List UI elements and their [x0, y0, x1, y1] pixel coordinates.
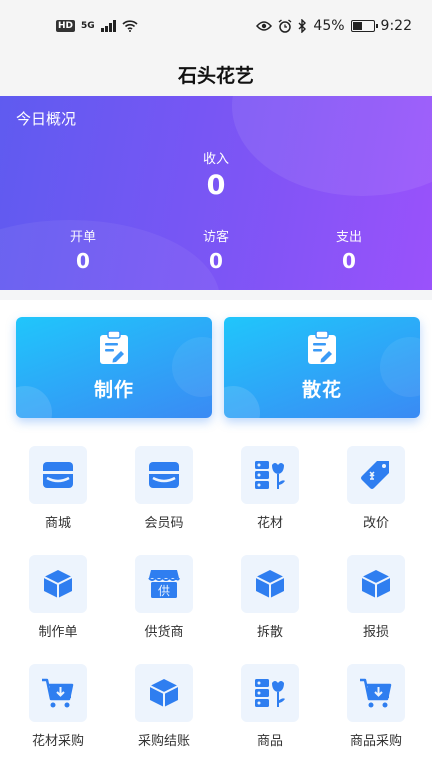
menu-tile	[29, 555, 87, 613]
flower-shelf-icon	[255, 461, 285, 489]
menu-label: 商城	[44, 516, 71, 531]
menu-label: 商品	[256, 734, 283, 749]
clipboard-icon	[308, 331, 336, 364]
menu-item-break-up[interactable]: 拆散	[216, 555, 324, 655]
menu-item-work-order[interactable]: 制作单	[4, 555, 112, 655]
menu-tile: 供	[135, 555, 193, 613]
menu-tile	[241, 555, 299, 613]
stat-visitors[interactable]: 访客 0	[156, 226, 276, 273]
menu-label: 制作单	[38, 625, 78, 640]
stat-value: 0	[76, 249, 90, 273]
menu-tile	[135, 446, 193, 504]
cart-icon	[42, 678, 74, 708]
stat-label: 开单	[69, 230, 96, 245]
income-label: 收入	[202, 152, 229, 167]
today-overview-panel: 今日概况 收入 0 开单 0 访客 0 支出 0	[0, 96, 432, 290]
stat-value: 0	[209, 249, 223, 273]
menu-item-change-price[interactable]: 改价	[322, 446, 430, 546]
alarm-icon	[278, 19, 292, 33]
status-bar: HD 5G 45% 9:22	[0, 0, 432, 52]
store-icon	[149, 462, 179, 488]
make-button[interactable]: 制作	[16, 317, 212, 418]
menu-tile	[241, 446, 299, 504]
bluetooth-icon	[298, 19, 307, 33]
stat-label: 支出	[335, 230, 362, 245]
battery-percent: 45%	[313, 18, 345, 34]
main-content: 制作 散花 商城 会员码 花材 改价 制作单 供 供货商 拆散 报损 花材采购 …	[0, 300, 432, 768]
status-right: 45% 9:22	[256, 18, 412, 34]
menu-item-supplier[interactable]: 供 供货商	[110, 555, 218, 655]
box-icon	[43, 570, 73, 598]
menu-item-products[interactable]: 商品	[216, 664, 324, 764]
income-value: 0	[206, 170, 226, 201]
clock-time: 9:22	[380, 18, 412, 34]
page-title: 石头花艺	[177, 64, 254, 87]
menu-item-flower-purchase[interactable]: 花材采购	[4, 664, 112, 764]
menu-item-mall[interactable]: 商城	[4, 446, 112, 546]
menu-label: 供货商	[144, 625, 184, 640]
menu-label: 采购结账	[137, 734, 190, 749]
clipboard-icon	[100, 331, 128, 364]
menu-label: 拆散	[256, 625, 283, 640]
stat-orders[interactable]: 开单 0	[23, 226, 143, 273]
loose-flower-button-label: 散花	[301, 379, 342, 401]
menu-label: 改价	[362, 516, 389, 531]
menu-tile	[241, 664, 299, 722]
store-icon	[43, 462, 73, 488]
menu-tile	[29, 446, 87, 504]
menu-item-member-code[interactable]: 会员码	[110, 446, 218, 546]
flower-shelf-icon	[255, 679, 285, 707]
stat-expense[interactable]: 支出 0	[289, 226, 409, 273]
supplier-shop-icon: 供	[148, 570, 180, 598]
stat-value: 0	[342, 249, 356, 273]
menu-tile	[347, 555, 405, 613]
menu-item-report-loss[interactable]: 报损	[322, 555, 430, 655]
make-button-label: 制作	[93, 379, 134, 401]
menu-tile	[135, 664, 193, 722]
stat-label: 访客	[202, 230, 229, 245]
app-header: 石头花艺	[0, 52, 432, 96]
eye-icon	[256, 21, 273, 31]
menu-item-purchase-settle[interactable]: 采购结账	[110, 664, 218, 764]
box-icon	[149, 679, 179, 707]
menu-tile	[347, 446, 405, 504]
menu-item-flower-material[interactable]: 花材	[216, 446, 324, 546]
box-icon	[255, 570, 285, 598]
menu-label: 会员码	[144, 516, 184, 531]
menu-label: 报损	[362, 625, 389, 640]
wifi-icon	[122, 20, 138, 32]
battery-icon	[350, 20, 378, 32]
menu-label: 商品采购	[349, 734, 402, 749]
status-left: HD 5G	[56, 20, 138, 32]
menu-label: 花材	[256, 516, 283, 531]
loose-flower-button[interactable]: 散花	[224, 317, 420, 418]
menu-item-product-purchase[interactable]: 商品采购	[322, 664, 430, 764]
hd-badge: HD	[56, 20, 76, 32]
overview-title: 今日概况	[16, 110, 77, 128]
menu-tile	[29, 664, 87, 722]
menu-label: 花材采购	[31, 734, 84, 749]
price-tag-icon	[361, 461, 389, 489]
supplier-icon-text: 供	[158, 584, 170, 598]
signal-icon	[100, 20, 116, 32]
menu-tile	[347, 664, 405, 722]
network-type: 5G	[81, 21, 95, 31]
cart-icon	[360, 678, 392, 708]
box-icon	[361, 570, 391, 598]
